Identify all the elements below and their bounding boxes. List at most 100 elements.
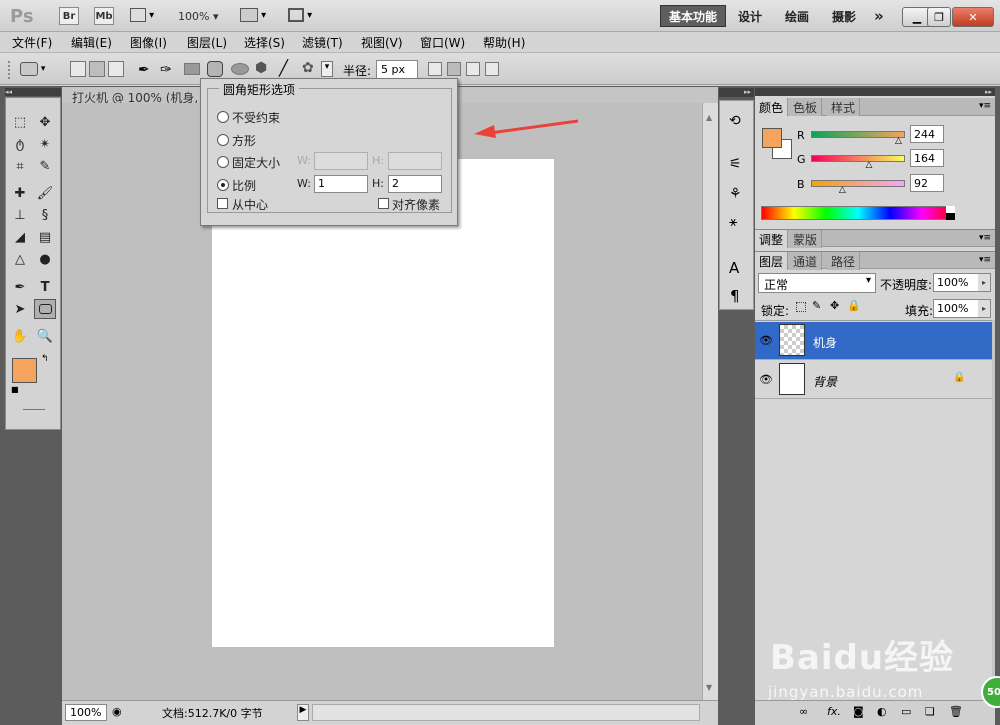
lock-all-icon[interactable]: 🔒 [847,299,861,312]
color-panel-menu-icon[interactable]: ▾≡ [979,101,991,111]
green-value-input[interactable]: 164 [910,149,944,167]
spectrum-black-chip[interactable] [946,213,955,220]
layer-row-background[interactable]: 👁 背景 🔒 [755,361,992,399]
crop-tool-icon[interactable]: ⌗ [9,156,31,176]
swap-colors-icon[interactable]: ↰ [41,354,49,364]
layers-scrollbar[interactable] [992,320,995,700]
new-layer-icon[interactable]: ❏ [925,705,935,718]
history-brush-tool-icon[interactable]: § [34,205,56,225]
fixed-size-radio[interactable] [217,156,229,168]
status-preview-icon[interactable]: ◉ [112,705,122,718]
brush-tool-icon[interactable]: 🖌 [34,183,56,203]
lock-transparency-icon[interactable] [796,302,806,312]
ellipse-tool-icon[interactable] [231,63,249,75]
tool-preset-picker[interactable]: ▾ [20,60,45,78]
fill-slider-icon[interactable]: ▸ [978,300,990,317]
square-radio[interactable] [217,134,229,146]
color-spectrum-bar[interactable] [761,206,955,220]
clone-source-panel-icon[interactable]: ⚘ [729,186,742,202]
proportional-radio[interactable] [217,179,229,191]
tab-layers[interactable]: 图层 [755,252,789,270]
opacity-slider-icon[interactable]: ▸ [978,274,990,291]
lasso-tool-icon[interactable]: ტ [9,134,31,154]
zoom-dropdown[interactable]: 100% ▾ [178,10,218,23]
line-tool-icon[interactable]: ╱ [279,59,288,77]
link-layers-icon[interactable]: ∞ [799,705,808,718]
tab-channels[interactable]: 通道 [789,252,823,270]
green-slider[interactable] [811,155,905,162]
menu-select[interactable]: 选择(S) [244,34,285,51]
document-canvas[interactable] [212,159,554,647]
subtract-shape-icon[interactable] [466,62,480,76]
red-slider-handle[interactable]: △ [895,136,902,146]
menu-window[interactable]: 窗口(W) [420,34,465,51]
zoom-field[interactable]: 100% [65,704,107,721]
layer-style-icon[interactable]: fx. [827,705,841,718]
restore-button[interactable]: ❐ [927,7,951,27]
delete-layer-icon[interactable]: 🗑 [949,705,963,718]
type-tool-icon[interactable]: T [34,277,56,297]
scroll-up-icon[interactable]: ▲ [706,113,712,122]
blend-mode-select[interactable]: 正常 ▾ [758,273,876,293]
lock-image-icon[interactable]: ✎ [812,299,821,312]
menu-help[interactable]: 帮助(H) [483,34,525,51]
fixed-width-input[interactable] [314,152,368,170]
intersect-shape-icon[interactable] [485,62,499,76]
scroll-down-icon[interactable]: ▼ [706,683,712,692]
tab-swatches[interactable]: 色板 [789,98,823,116]
shape-tool-icon[interactable] [34,299,56,319]
freeform-pen-icon[interactable]: ✑ [160,62,172,78]
dodge-tool-icon[interactable]: ● [34,249,56,269]
layer-visibility-eye-icon[interactable]: 👁 [759,373,773,386]
blue-slider[interactable] [811,180,905,187]
red-slider[interactable] [811,131,905,138]
layer-name[interactable]: 背景 [813,373,837,390]
paragraph-panel-icon[interactable]: ¶ [730,287,740,305]
tab-adjustments[interactable]: 调整 [755,230,789,248]
horizontal-scrollbar[interactable] [312,704,700,721]
mini-bridge-button[interactable]: Mb [94,7,114,25]
custom-shape-tool-icon[interactable]: ✿ [302,60,314,76]
layer-row-body[interactable]: 👁 机身 [755,322,992,360]
layer-name[interactable]: 机身 [813,334,837,351]
opacity-input[interactable]: 100% ▸ [933,273,991,292]
foreground-color-swatch[interactable] [12,358,37,383]
screen-mode-dropdown[interactable]: ▾ [288,8,312,22]
geometry-options-dropdown[interactable]: ▾ [321,61,333,77]
tab-masks[interactable]: 蒙版 [789,230,823,248]
new-shape-layer-icon[interactable] [428,62,442,76]
eraser-tool-icon[interactable]: ◢ [9,227,31,247]
workspace-essentials[interactable]: 基本功能 [660,5,727,27]
tab-styles[interactable]: 样式 [827,98,861,116]
red-value-input[interactable]: 244 [910,125,944,143]
default-colors-icon[interactable]: ■ [11,385,19,394]
layers-panel-menu-icon[interactable]: ▾≡ [979,255,991,265]
brush-presets-panel-icon[interactable]: ⚟ [729,156,742,172]
shape-layers-icon[interactable] [70,61,86,77]
fixed-height-input[interactable] [388,152,442,170]
rounded-rectangle-tool-icon[interactable] [207,61,223,77]
character-panel-icon[interactable]: A [729,259,739,277]
healing-brush-tool-icon[interactable]: ✚ [9,183,31,203]
radius-input[interactable]: 5 px [376,60,418,79]
paths-icon[interactable] [89,61,105,77]
vertical-scrollbar[interactable]: ▲ ▼ [702,103,718,700]
menu-layer[interactable]: 图层(L) [187,34,227,51]
fill-pixels-icon[interactable] [108,61,124,77]
more-workspaces-button[interactable]: » [866,5,892,27]
ratio-height-input[interactable]: 2 [388,175,442,193]
blue-slider-handle[interactable]: △ [839,185,846,195]
magic-wand-tool-icon[interactable]: ✴ [34,134,56,154]
eyedropper-tool-icon[interactable]: ✎ [34,156,56,176]
pen-tool-icon[interactable]: ✒ [138,62,150,78]
pen-tool-icon[interactable]: ✒ [9,277,31,297]
green-slider-handle[interactable]: △ [865,160,872,170]
new-group-icon[interactable]: ▭ [901,705,911,718]
view-extras-dropdown[interactable]: ▾ [130,8,154,22]
adjustments-panel-menu-icon[interactable]: ▾≡ [979,233,991,243]
menu-filter[interactable]: 滤镜(T) [302,34,343,51]
spectrum-white-chip[interactable] [946,206,955,213]
clone-stamp-tool-icon[interactable]: ⊥ [9,205,31,225]
polygon-tool-icon[interactable]: ⬢ [255,60,267,76]
rectangle-tool-icon[interactable] [184,63,200,75]
